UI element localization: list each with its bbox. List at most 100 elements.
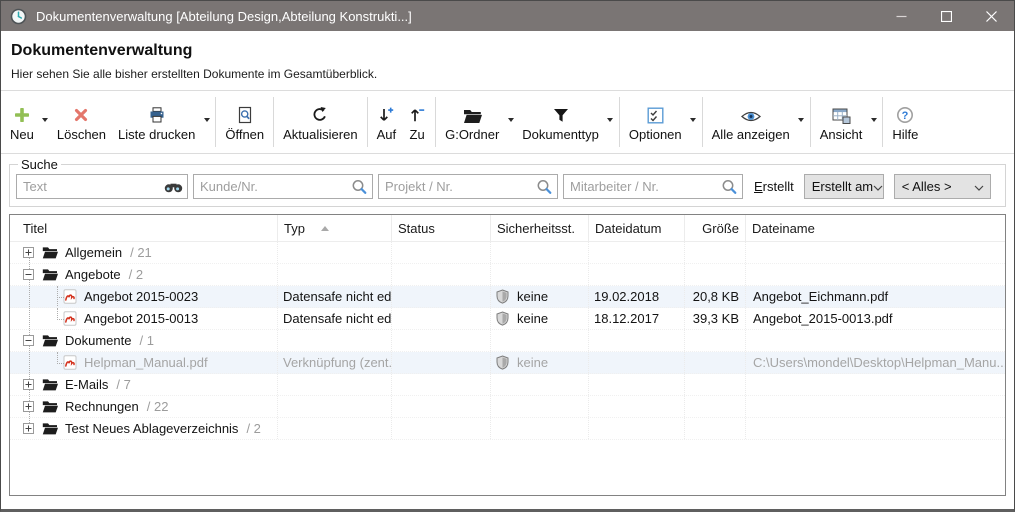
status-cell: [392, 396, 491, 417]
help-button[interactable]: ? Hilfe: [886, 92, 924, 152]
fulltext-search-input[interactable]: [16, 174, 188, 199]
shield-icon: [496, 311, 509, 326]
expand-toggle-icon[interactable]: [23, 379, 34, 390]
open-button[interactable]: Öffnen: [219, 92, 270, 152]
expand-toggle-icon[interactable]: [23, 247, 34, 258]
view-dropdown-arrow[interactable]: [868, 92, 879, 148]
arrow-up-minus-icon: [408, 102, 426, 124]
column-header-sicherheitsstufe[interactable]: Sicherheitsst.: [491, 215, 589, 241]
security-cell: keine: [491, 308, 589, 329]
collapse-toggle-icon[interactable]: [23, 335, 34, 346]
shield-icon: [496, 355, 509, 370]
expand-all-button[interactable]: Auf: [371, 92, 403, 152]
column-header-status[interactable]: Status: [392, 215, 491, 241]
minimize-button[interactable]: [879, 1, 924, 31]
show-all-button[interactable]: Alle anzeigen: [706, 92, 796, 152]
security-cell: [491, 330, 589, 351]
table-row[interactable]: Test Neues Ablageverzeichnis/ 2: [10, 418, 1005, 440]
folder-icon: [42, 268, 58, 281]
table-row[interactable]: Angebote/ 2: [10, 264, 1005, 286]
status-cell: [392, 418, 491, 439]
new-button[interactable]: Neu: [4, 92, 40, 152]
toolbar: Neu Löschen Liste drucken Öffnen Aktuali…: [1, 91, 1014, 154]
refresh-button[interactable]: Aktualisieren: [277, 92, 363, 152]
table-row[interactable]: E-Mails/ 7: [10, 374, 1005, 396]
security-cell: [491, 418, 589, 439]
file-date-cell: [589, 242, 685, 263]
plus-icon: [13, 102, 31, 124]
status-cell: [392, 352, 491, 373]
show-all-dropdown-arrow[interactable]: [796, 92, 807, 148]
file-name-cell: Angebot_Eichmann.pdf: [746, 286, 1005, 307]
document-type-cell: [278, 396, 392, 417]
table-row[interactable]: Rechnungen/ 22: [10, 396, 1005, 418]
delete-button[interactable]: Löschen: [51, 92, 112, 152]
collapse-toggle-icon[interactable]: [23, 269, 34, 280]
employee-search-input[interactable]: [563, 174, 743, 199]
tree-connector: [57, 352, 64, 364]
titel-cell: Test Neues Ablageverzeichnis/ 2: [10, 418, 278, 439]
project-search-input[interactable]: [378, 174, 558, 199]
column-header-groesse[interactable]: Größe: [685, 215, 746, 241]
status-cell: [392, 308, 491, 329]
created-field-select[interactable]: Erstellt am: [804, 174, 884, 199]
print-list-button[interactable]: Liste drucken: [112, 92, 201, 152]
column-header-dateidatum[interactable]: Dateidatum: [589, 215, 685, 241]
filter-funnel-icon: [552, 102, 570, 124]
print-dropdown-arrow[interactable]: [201, 92, 212, 148]
file-name-cell: [746, 418, 1005, 439]
document-type-dropdown-arrow[interactable]: [605, 92, 616, 148]
arrow-down-plus-icon: [377, 102, 395, 124]
pdf-icon: [63, 311, 77, 326]
toolbar-separator: [702, 97, 703, 147]
search-icon: [721, 178, 738, 195]
table-row[interactable]: Allgemein/ 21: [10, 242, 1005, 264]
document-type-cell: [278, 330, 392, 351]
caret-down-icon: [508, 118, 514, 122]
table-row[interactable]: Angebot 2015-0013Datensafe nicht ed...ke…: [10, 308, 1005, 330]
document-type-button[interactable]: Dokumenttyp: [516, 92, 605, 152]
maximize-button[interactable]: [924, 1, 969, 31]
file-name-cell: [746, 396, 1005, 417]
options-button[interactable]: Optionen: [623, 92, 688, 152]
date-range-select[interactable]: < Alles >: [894, 174, 991, 199]
caret-down-icon: [607, 118, 613, 122]
new-dropdown-arrow[interactable]: [40, 92, 51, 148]
toolbar-separator: [215, 97, 216, 147]
status-cell: [392, 330, 491, 351]
document-type-cell: Datensafe nicht ed...: [278, 308, 392, 329]
svg-text:?: ?: [902, 110, 909, 122]
collapse-all-button[interactable]: Zu: [402, 92, 432, 152]
expand-toggle-icon[interactable]: [23, 401, 34, 412]
toolbar-separator: [435, 97, 436, 147]
g-folder-button[interactable]: G:Ordner: [439, 92, 505, 152]
tree-connector: [57, 308, 64, 320]
g-folder-dropdown-arrow[interactable]: [505, 92, 516, 148]
folder-name: Rechnungen: [65, 399, 139, 414]
table-row[interactable]: Angebot 2015-0023Datensafe nicht ed...ke…: [10, 286, 1005, 308]
column-header-titel[interactable]: Titel: [10, 215, 278, 241]
document-type-cell: Verknüpfung (zent...: [278, 352, 392, 373]
app-window: Dokumentenverwaltung [Abteilung Design,A…: [0, 0, 1015, 512]
security-cell: [491, 242, 589, 263]
search-group: Suche Erstellt Erstellt am: [9, 157, 1006, 207]
status-cell: [392, 264, 491, 285]
folder-count: / 7: [116, 377, 130, 392]
file-size-cell: [685, 242, 746, 263]
close-button[interactable]: [969, 1, 1014, 31]
expand-toggle-icon[interactable]: [23, 423, 34, 434]
customer-search-input[interactable]: [193, 174, 373, 199]
options-dropdown-arrow[interactable]: [688, 92, 699, 148]
document-type-cell: [278, 418, 392, 439]
table-row[interactable]: Helpman_Manual.pdfVerknüpfung (zent...ke…: [10, 352, 1005, 374]
table-row[interactable]: Dokumente/ 1: [10, 330, 1005, 352]
folder-name: Allgemein: [65, 245, 122, 260]
column-header-typ[interactable]: Typ: [278, 215, 392, 241]
view-button[interactable]: Ansicht: [814, 92, 869, 152]
folder-name: Angebote: [65, 267, 121, 282]
binoculars-icon: [164, 180, 183, 193]
column-header-dateiname[interactable]: Dateiname: [746, 215, 1005, 241]
document-type-cell: [278, 374, 392, 395]
file-size-cell: 39,3 KB: [685, 308, 746, 329]
eye-icon: [741, 102, 761, 124]
